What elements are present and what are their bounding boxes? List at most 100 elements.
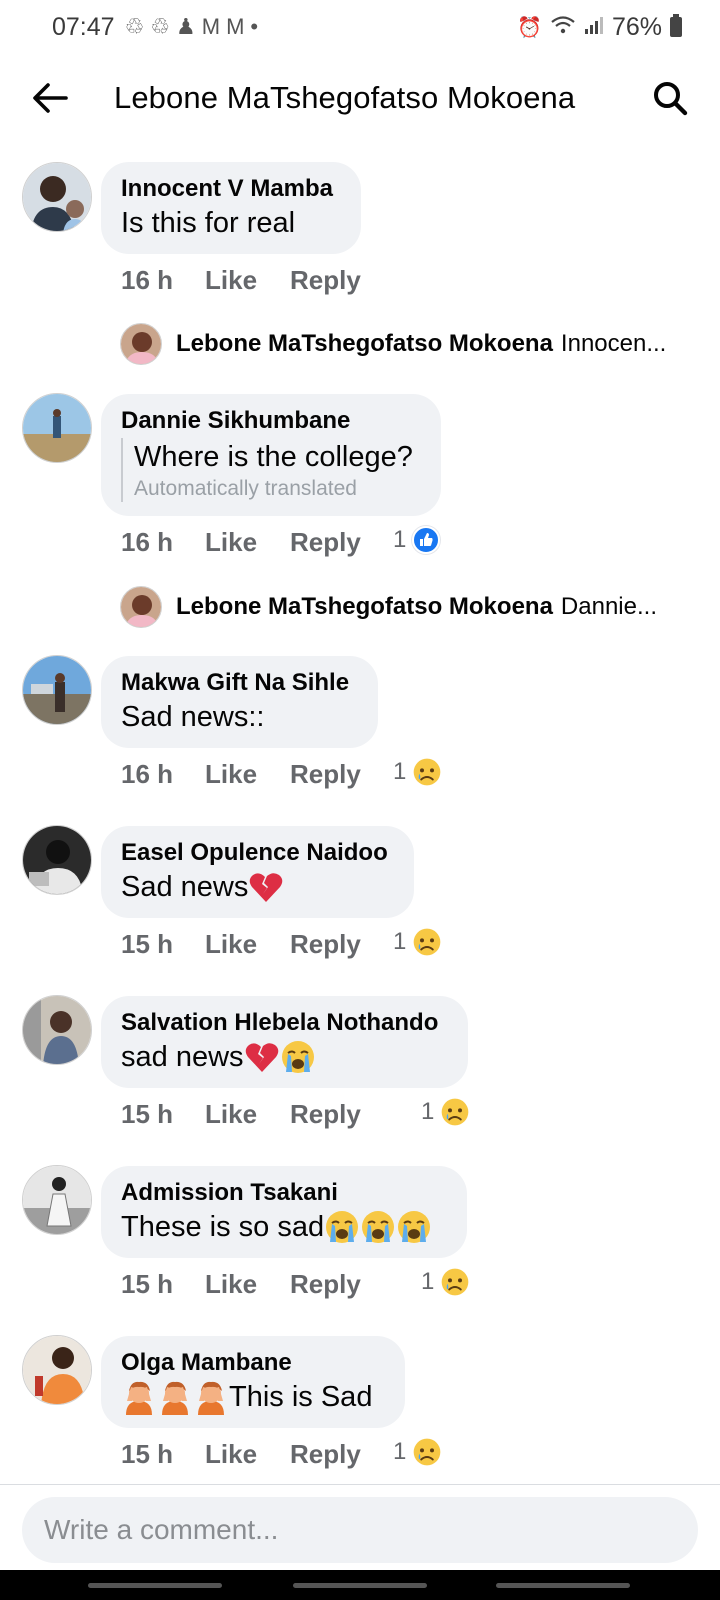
comments-list: Innocent V Mamba Is this for real 16 h L… [0, 160, 720, 1482]
comment-time: 15 h [121, 1439, 174, 1469]
comment-time: 16 h [121, 759, 174, 789]
comment-author[interactable]: Makwa Gift Na Sihle [121, 668, 358, 698]
comment-author[interactable]: Salvation Hlebela Nothando [121, 1008, 448, 1038]
reply-preview-text: Innocen... [560, 330, 667, 357]
comment-author[interactable]: Admission Tsakani [121, 1178, 447, 1208]
like-button[interactable]: Like [205, 929, 290, 960]
reaction-number: 1 [393, 526, 407, 553]
reply-author[interactable]: Lebone MaTshegofatso Mokoena [176, 593, 553, 621]
comment-actions: 16 h Like Reply [121, 265, 361, 296]
facepalm-person-icon [121, 1379, 157, 1415]
like-button[interactable]: Like [205, 759, 290, 790]
avatar[interactable] [22, 825, 92, 895]
home-button[interactable] [293, 1583, 427, 1588]
crying-face-icon [324, 1209, 360, 1245]
reaction-count[interactable]: 1 [421, 1267, 470, 1297]
comment-bubble[interactable]: Dannie Sikhumbane Where is the college? … [101, 394, 441, 516]
comment-time: 15 h [121, 929, 174, 959]
like-button[interactable]: Like [205, 1269, 290, 1300]
like-button[interactable]: Like [205, 1099, 290, 1130]
reply-button[interactable]: Reply [290, 1269, 361, 1300]
comment-bubble[interactable]: Innocent V Mamba Is this for real [101, 162, 361, 254]
reaction-count[interactable]: 1 [393, 1437, 442, 1467]
comment-author[interactable]: Easel Opulence Naidoo [121, 838, 394, 868]
comment-text-content: These is so sad [121, 1211, 325, 1243]
reaction-number: 1 [393, 1438, 407, 1465]
comment-author[interactable]: Dannie Sikhumbane [121, 406, 421, 436]
comment-bubble[interactable]: Easel Opulence Naidoo Sad news [101, 826, 414, 918]
reaction-count[interactable]: 1 [393, 927, 442, 957]
avatar[interactable] [22, 1335, 92, 1405]
reply-preview-row[interactable]: Lebone MaTshegofatso Mokoena Innocen... [120, 323, 690, 365]
gmail-icon: M [201, 14, 221, 39]
comment-time: 16 h [121, 265, 174, 295]
avatar[interactable] [120, 323, 162, 365]
comment-bubble[interactable]: Salvation Hlebela Nothando sad news [101, 996, 468, 1088]
reaction-number: 1 [421, 1268, 435, 1295]
back-button[interactable] [28, 76, 72, 120]
comment-actions: 15 h Like Reply [121, 929, 361, 960]
avatar[interactable] [22, 1165, 92, 1235]
reaction-count[interactable]: 1 [421, 1097, 470, 1127]
reply-button[interactable]: Reply [290, 929, 361, 960]
comment-time: 15 h [121, 1099, 174, 1129]
reaction-number: 1 [393, 928, 407, 955]
alarm-icon: ⏰ [517, 16, 542, 39]
avatar[interactable] [22, 162, 92, 232]
avatar[interactable] [22, 655, 92, 725]
comment-bubble[interactable]: Olga Mambane This is Sad [101, 1336, 405, 1428]
reply-preview-text: Dannie... [560, 593, 657, 620]
comment-input[interactable] [22, 1497, 698, 1563]
translated-block: Where is the college? Automatically tran… [121, 438, 421, 502]
translation-note[interactable]: Automatically translated [134, 476, 421, 502]
reply-button[interactable]: Reply [290, 759, 361, 790]
comment-author[interactable]: Innocent V Mamba [121, 174, 341, 204]
sad-reaction-icon [412, 1437, 442, 1467]
reply-button[interactable]: Reply [290, 265, 361, 296]
arrow-left-icon [33, 83, 68, 113]
status-time: 07:47 [52, 12, 115, 41]
like-button[interactable]: Like [205, 527, 290, 558]
comment-author[interactable]: Olga Mambane [121, 1348, 385, 1378]
avatar[interactable] [22, 995, 92, 1065]
broken-heart-icon [244, 1039, 280, 1075]
comment-bubble[interactable]: Admission Tsakani These is so sad [101, 1166, 467, 1258]
reaction-count[interactable]: 1 [393, 526, 441, 554]
signal-icon [584, 13, 604, 42]
sad-reaction-icon [440, 1097, 470, 1127]
comment-text: Is this for real [121, 204, 341, 242]
system-nav-bar [0, 1570, 720, 1600]
like-button[interactable]: Like [205, 1439, 290, 1470]
comment-actions: 16 h Like Reply [121, 759, 361, 790]
sync-icon: ♲ [150, 14, 171, 39]
facepalm-person-icon [193, 1379, 229, 1415]
reply-preview-row[interactable]: Lebone MaTshegofatso Mokoena Dannie... [120, 586, 690, 628]
reaction-count[interactable]: 1 [393, 757, 442, 787]
dot-icon: • [250, 14, 259, 39]
reply-author[interactable]: Lebone MaTshegofatso Mokoena [176, 330, 553, 358]
comment-bubble[interactable]: Makwa Gift Na Sihle Sad news:: [101, 656, 378, 748]
crying-face-icon [396, 1209, 432, 1245]
reply-button[interactable]: Reply [290, 527, 361, 558]
avatar[interactable] [22, 393, 92, 463]
status-bar: 07:47 ♲ ♲ ♟ M M • ⏰ 76% [0, 0, 720, 54]
avatar[interactable] [120, 586, 162, 628]
sad-reaction-icon [440, 1267, 470, 1297]
comment-time: 15 h [121, 1269, 174, 1299]
like-reaction-icon [412, 526, 441, 554]
reply-button[interactable]: Reply [290, 1099, 361, 1130]
back-nav-button[interactable] [496, 1583, 630, 1588]
battery-icon [670, 14, 682, 37]
recent-apps-button[interactable] [88, 1583, 222, 1588]
facepalm-person-icon [157, 1379, 193, 1415]
gmail-icon: M [226, 14, 245, 39]
comment-text: Sad news [121, 868, 394, 906]
like-button[interactable]: Like [205, 265, 290, 296]
broken-heart-icon [248, 869, 284, 905]
comment-text: sad news [121, 1038, 448, 1076]
comment-text: Where is the college? [134, 441, 413, 473]
page-title: Lebone MaTshegofatso Mokoena [114, 80, 576, 115]
sad-reaction-icon [412, 757, 442, 787]
search-button[interactable] [648, 76, 692, 120]
reply-button[interactable]: Reply [290, 1439, 361, 1470]
